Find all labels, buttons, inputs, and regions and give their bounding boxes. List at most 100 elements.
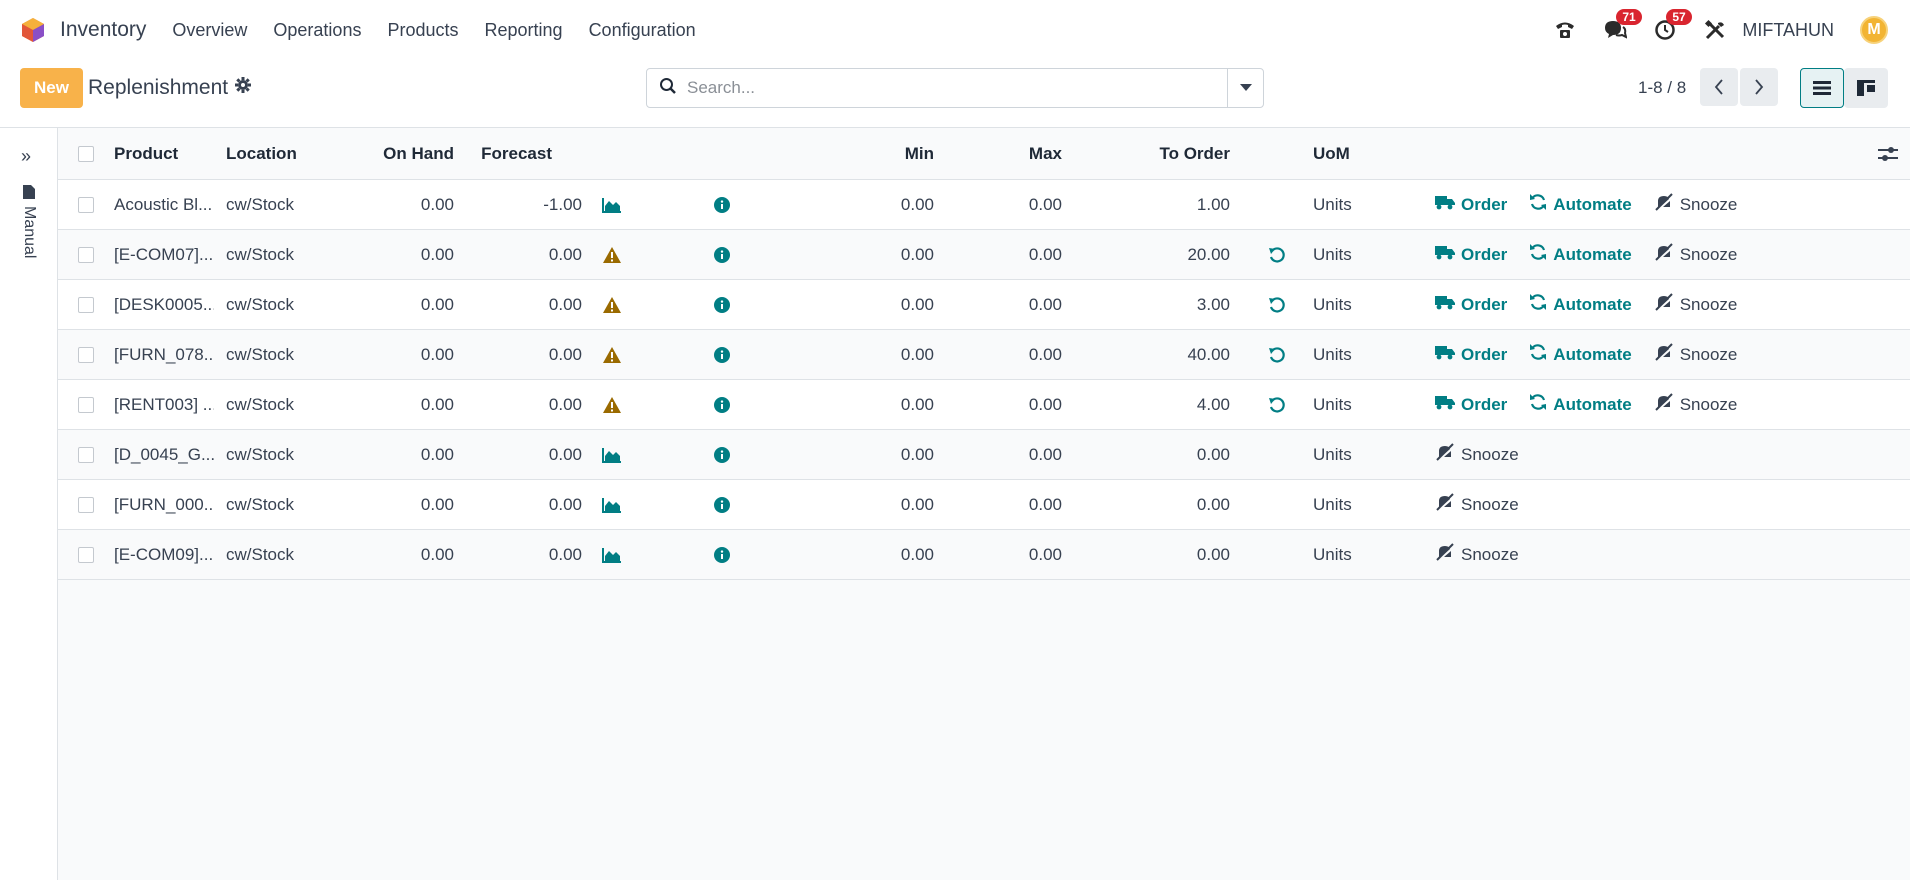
info-icon[interactable]: [714, 480, 734, 529]
chart-area-icon[interactable]: [602, 430, 626, 479]
chart-area-icon[interactable]: [602, 180, 626, 229]
uom-cell[interactable]: Units: [1313, 180, 1373, 229]
table-row[interactable]: [FURN_000... cw/Stock 0.00 0.00 0.00 0.00 0.00…: [58, 480, 1910, 530]
menu-overview[interactable]: Overview: [172, 20, 247, 41]
row-checkbox[interactable]: [78, 546, 94, 563]
menu-reporting[interactable]: Reporting: [485, 20, 563, 41]
table-row[interactable]: [E-COM07]... cw/Stock 0.00 0.00 0.00 0.00 20.0…: [58, 230, 1910, 280]
header-min[interactable]: Min: [838, 128, 934, 179]
activities-clock-icon[interactable]: 57: [1652, 9, 1692, 43]
row-checkbox[interactable]: [78, 496, 94, 513]
product-cell[interactable]: [FURN_000...: [114, 480, 214, 529]
snooze-button[interactable]: Snooze: [1435, 543, 1519, 566]
product-cell[interactable]: Acoustic Bl...: [114, 180, 214, 229]
on-hand-cell[interactable]: 0.00: [348, 380, 454, 429]
chart-area-icon[interactable]: [602, 480, 626, 529]
forecast-cell[interactable]: -1.00: [458, 180, 582, 229]
table-row[interactable]: [DESK0005... cw/Stock 0.00 0.00 0.00 0.00 3.00…: [58, 280, 1910, 330]
forecast-cell[interactable]: 0.00: [458, 230, 582, 279]
min-cell[interactable]: 0.00: [838, 280, 934, 329]
menu-configuration[interactable]: Configuration: [589, 20, 696, 41]
header-on-hand[interactable]: On Hand: [348, 128, 454, 179]
header-product[interactable]: Product: [114, 128, 214, 179]
header-to-order[interactable]: To Order: [1098, 128, 1230, 179]
location-cell[interactable]: cw/Stock: [226, 280, 336, 329]
to-order-cell[interactable]: 0.00: [1098, 480, 1230, 529]
expand-panel-icon[interactable]: »: [21, 146, 31, 167]
order-button[interactable]: Order: [1435, 344, 1507, 365]
gear-icon[interactable]: [234, 76, 252, 100]
table-row[interactable]: [E-COM09]... cw/Stock 0.00 0.00 0.00 0.00 0.00…: [58, 530, 1910, 580]
location-cell[interactable]: cw/Stock: [226, 330, 336, 379]
tools-icon[interactable]: [1702, 17, 1728, 43]
location-cell[interactable]: cw/Stock: [226, 230, 336, 279]
max-cell[interactable]: 0.00: [958, 180, 1062, 229]
snooze-button[interactable]: Snooze: [1654, 243, 1737, 266]
info-icon[interactable]: [714, 180, 734, 229]
snooze-button[interactable]: Snooze: [1654, 393, 1737, 416]
product-cell[interactable]: [E-COM07]...: [114, 230, 214, 279]
header-uom[interactable]: UoM: [1313, 128, 1373, 179]
min-cell[interactable]: 0.00: [838, 380, 934, 429]
row-checkbox[interactable]: [78, 396, 94, 413]
to-order-cell[interactable]: 3.00: [1098, 280, 1230, 329]
location-cell[interactable]: cw/Stock: [226, 530, 336, 579]
order-button[interactable]: Order: [1435, 394, 1507, 415]
location-cell[interactable]: cw/Stock: [226, 480, 336, 529]
min-cell[interactable]: 0.00: [838, 330, 934, 379]
warning-icon[interactable]: [602, 230, 626, 279]
filter-manual[interactable]: Manual: [20, 184, 38, 258]
user-name[interactable]: MIFTAHUN: [1742, 20, 1834, 41]
forecast-cell[interactable]: 0.00: [458, 280, 582, 329]
info-icon[interactable]: [714, 230, 734, 279]
warning-icon[interactable]: [602, 280, 626, 329]
warning-icon[interactable]: [602, 330, 626, 379]
forecast-cell[interactable]: 0.00: [458, 430, 582, 479]
product-cell[interactable]: [DESK0005...: [114, 280, 214, 329]
info-icon[interactable]: [714, 430, 734, 479]
header-location[interactable]: Location: [226, 128, 336, 179]
snooze-button[interactable]: Snooze: [1435, 443, 1519, 466]
header-forecast[interactable]: Forecast: [458, 128, 552, 179]
pager-value[interactable]: 1-8 / 8: [1638, 78, 1686, 98]
max-cell[interactable]: 0.00: [958, 480, 1062, 529]
chart-area-icon[interactable]: [602, 530, 626, 579]
info-icon[interactable]: [714, 380, 734, 429]
table-row[interactable]: Acoustic Bl... cw/Stock 0.00 -1.00 0.00 0.00 1…: [58, 180, 1910, 230]
automate-button[interactable]: Automate: [1529, 393, 1632, 416]
new-button[interactable]: New: [20, 68, 83, 108]
table-row[interactable]: [D_0045_G... cw/Stock 0.00 0.00 0.00 0.00 0.00…: [58, 430, 1910, 480]
max-cell[interactable]: 0.00: [958, 430, 1062, 479]
min-cell[interactable]: 0.00: [838, 480, 934, 529]
brand[interactable]: Inventory: [20, 17, 146, 43]
on-hand-cell[interactable]: 0.00: [348, 180, 454, 229]
pager-next-button[interactable]: [1740, 68, 1778, 106]
order-button[interactable]: Order: [1435, 244, 1507, 265]
uom-cell[interactable]: Units: [1313, 530, 1373, 579]
uom-cell[interactable]: Units: [1313, 430, 1373, 479]
info-icon[interactable]: [714, 280, 734, 329]
search-options-toggle[interactable]: [1227, 69, 1263, 107]
menu-products[interactable]: Products: [387, 20, 458, 41]
reset-icon[interactable]: [1268, 380, 1290, 429]
info-icon[interactable]: [714, 330, 734, 379]
header-max[interactable]: Max: [958, 128, 1062, 179]
order-button[interactable]: Order: [1435, 294, 1507, 315]
to-order-cell[interactable]: 4.00: [1098, 380, 1230, 429]
warning-icon[interactable]: [602, 380, 626, 429]
max-cell[interactable]: 0.00: [958, 230, 1062, 279]
forecast-cell[interactable]: 0.00: [458, 530, 582, 579]
min-cell[interactable]: 0.00: [838, 230, 934, 279]
on-hand-cell[interactable]: 0.00: [348, 480, 454, 529]
to-order-cell[interactable]: 1.00: [1098, 180, 1230, 229]
forecast-cell[interactable]: 0.00: [458, 330, 582, 379]
on-hand-cell[interactable]: 0.00: [348, 330, 454, 379]
phone-icon[interactable]: [1552, 17, 1578, 43]
min-cell[interactable]: 0.00: [838, 180, 934, 229]
search-input[interactable]: [687, 78, 1207, 98]
table-row[interactable]: [RENT003] ... cw/Stock 0.00 0.00 0.00 0.00 4.0…: [58, 380, 1910, 430]
min-cell[interactable]: 0.00: [838, 430, 934, 479]
uom-cell[interactable]: Units: [1313, 480, 1373, 529]
menu-operations[interactable]: Operations: [273, 20, 361, 41]
uom-cell[interactable]: Units: [1313, 280, 1373, 329]
